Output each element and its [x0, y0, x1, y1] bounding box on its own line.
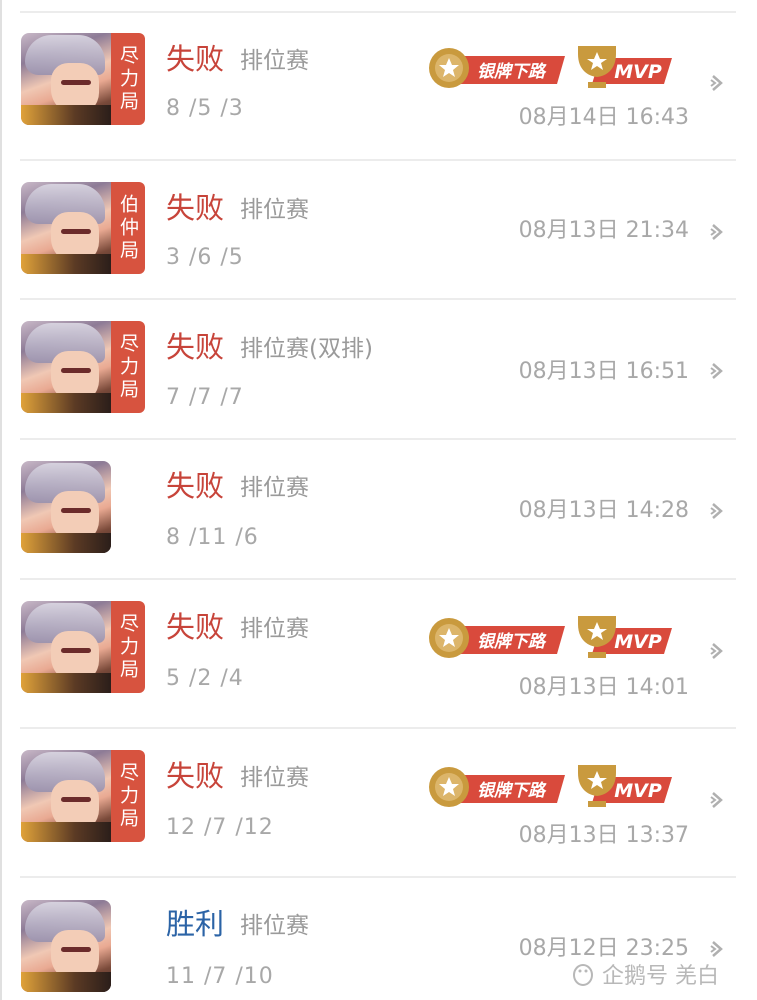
chevron-right-icon [710, 75, 723, 91]
match-badge: 伯仲局 [111, 182, 145, 274]
match-time: 08月13日 13:37 [518, 823, 689, 848]
match-mode: 排位赛 [240, 197, 309, 223]
mvp-tag: MVP [578, 765, 672, 807]
watermark: 企鹅号 羌白 [570, 958, 719, 990]
match-result: 失败 [166, 330, 225, 364]
match-result: 失败 [166, 469, 225, 503]
match-result: 失败 [166, 610, 225, 644]
match-time: 08月13日 14:01 [518, 675, 689, 700]
hero-avatar [21, 182, 111, 274]
hero-avatar [21, 601, 111, 693]
silver-tag-label: 银牌下路 [477, 62, 547, 82]
silver-medal-tag: 银牌下路 [429, 618, 565, 658]
match-time: 08月14日 16:43 [518, 105, 689, 130]
match-result: 胜利 [166, 907, 225, 941]
hero-avatar [21, 750, 111, 842]
match-kda: 7 /7 /7 [166, 385, 244, 410]
hero-avatar [21, 900, 111, 992]
match-time: 08月13日 14:28 [518, 498, 689, 523]
match-badge: 尽力局 [111, 750, 145, 842]
chevron-right-icon [710, 792, 723, 808]
hero-avatar [21, 321, 111, 413]
match-mode: 排位赛 [240, 765, 309, 791]
match-badge: 尽力局 [111, 601, 145, 693]
mvp-tag-label: MVP [614, 780, 662, 802]
match-result: 失败 [166, 191, 225, 225]
mvp-tag-label: MVP [614, 631, 662, 653]
match-mode: 排位赛(双排) [240, 336, 373, 362]
match-time: 08月13日 21:34 [518, 218, 689, 243]
match-kda: 8 /11 /6 [166, 525, 259, 550]
match-kda: 5 /2 /4 [166, 666, 244, 691]
match-time: 08月13日 16:51 [518, 359, 689, 384]
chevron-right-icon [710, 503, 723, 519]
penguin-logo-icon [573, 964, 593, 986]
match-mode: 排位赛 [240, 616, 309, 642]
mvp-tag-label: MVP [614, 61, 662, 83]
divider [20, 438, 736, 440]
divider [20, 727, 736, 729]
divider [20, 298, 736, 300]
match-mode: 排位赛 [240, 913, 309, 939]
chevron-right-icon [710, 643, 723, 659]
left-edge [0, 0, 2, 1000]
silver-tag-label: 银牌下路 [477, 632, 547, 652]
silver-medal-tag: 银牌下路 [429, 48, 565, 88]
match-kda: 11 /7 /10 [166, 964, 274, 989]
match-kda: 3 /6 /5 [166, 245, 244, 270]
match-kda: 12 /7 /12 [166, 815, 274, 840]
match-result: 失败 [166, 42, 225, 76]
match-mode: 排位赛 [240, 475, 309, 501]
divider [20, 159, 736, 161]
mvp-tag: MVP [578, 616, 672, 658]
match-result: 失败 [166, 759, 225, 793]
divider [20, 11, 736, 13]
chevron-right-icon [710, 224, 723, 240]
silver-tag-label: 银牌下路 [477, 781, 547, 801]
hero-avatar [21, 461, 111, 553]
mvp-tag: MVP [578, 46, 672, 88]
hero-avatar [21, 33, 111, 125]
silver-medal-tag: 银牌下路 [429, 767, 565, 807]
match-badge: 尽力局 [111, 321, 145, 413]
watermark-text: 企鹅号 羌白 [602, 964, 719, 989]
divider [20, 876, 736, 878]
divider [20, 578, 736, 580]
chevron-right-icon [710, 363, 723, 379]
match-badge: 尽力局 [111, 33, 145, 125]
match-kda: 8 /5 /3 [166, 96, 244, 121]
chevron-right-icon [710, 941, 723, 957]
match-mode: 排位赛 [240, 48, 309, 74]
